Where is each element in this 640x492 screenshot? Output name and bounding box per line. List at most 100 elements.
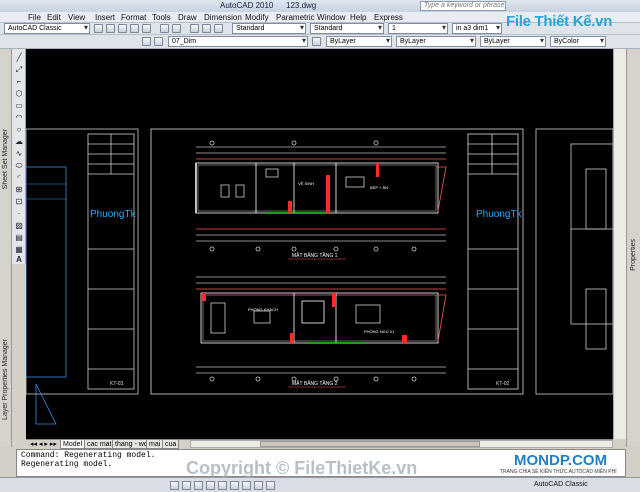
- search-input[interactable]: Type a keyword or phrase: [420, 1, 506, 11]
- ellipse-icon[interactable]: ⬭: [14, 161, 24, 170]
- gradient-icon[interactable]: ▤: [14, 233, 24, 242]
- layer-manager-icon[interactable]: [142, 37, 151, 46]
- lineweight-icon[interactable]: [266, 481, 275, 490]
- menu-tools[interactable]: Tools: [152, 13, 171, 22]
- revcloud-icon[interactable]: ☁: [14, 137, 24, 146]
- tab-nav-arrows[interactable]: ◂◂ ◂ ▸ ▸▸: [30, 440, 57, 448]
- polygon-icon[interactable]: ⬡: [14, 89, 24, 98]
- zoom-window-icon[interactable]: [214, 24, 223, 33]
- layer-properties-label[interactable]: Layer Properties Manager: [2, 339, 9, 420]
- draw-toolbar: ╱ ⤢ ⌐ ⬡ ▭ ◠ ○ ☁ ∿ ⬭ ◜ ⊞ ⊡ · ▨ ▤ ▦ A: [12, 49, 26, 264]
- left-palette-strip: Sheet Set Manager Layer Properties Manag…: [0, 49, 12, 447]
- plan-title-1: MẶT BẰNG TẦNG 1: [292, 251, 338, 259]
- xline-icon[interactable]: ⤢: [14, 65, 24, 74]
- sheet-left: [26, 128, 139, 395]
- menu-edit[interactable]: Edit: [47, 13, 61, 22]
- color-combo[interactable]: ByLayer: [326, 36, 392, 47]
- sheet-code-left: KT-03: [110, 381, 124, 387]
- new-file-icon[interactable]: [106, 24, 115, 33]
- open-file-icon[interactable]: [118, 24, 127, 33]
- properties-label[interactable]: Properties: [630, 239, 637, 271]
- brand-watermark: File Thiết Kế.vn: [506, 13, 613, 30]
- make-current-icon[interactable]: [312, 37, 321, 46]
- zoom-icon[interactable]: [202, 24, 211, 33]
- mondp-watermark: MONDP.COM: [514, 452, 608, 469]
- pan-icon[interactable]: [190, 24, 199, 33]
- redo-icon[interactable]: [172, 24, 181, 33]
- mondp-subtitle: TRANG CHIA SẺ KIẾN THỨC AUTOCAD MIỄN PHÍ: [500, 469, 617, 475]
- dyn-icon[interactable]: [254, 481, 263, 490]
- otrack-icon[interactable]: [230, 481, 239, 490]
- tab-cua[interactable]: cua: [162, 440, 180, 449]
- layers-toolbar: 07_Dim ByLayer ByLayer ByLayer ByColor: [0, 35, 640, 49]
- menu-help[interactable]: Help: [350, 13, 366, 22]
- room-label-kitchen: BẾP + ĂN: [370, 185, 388, 190]
- sheet-set-manager-label[interactable]: Sheet Set Manager: [2, 129, 9, 189]
- tab-cac-mat[interactable]: cac mat: [84, 440, 115, 449]
- lineweight-combo[interactable]: ByLayer: [480, 36, 546, 47]
- model-space-canvas[interactable]: PhuongTk KT-03 PhuongTk KT-02 VỆ SINH BẾ…: [26, 49, 613, 439]
- floor-plan-2: [196, 276, 447, 382]
- mleader-combo[interactable]: in a3 dim1: [452, 23, 502, 34]
- menu-draw[interactable]: Draw: [178, 13, 197, 22]
- plotstyle-combo[interactable]: ByColor: [550, 36, 606, 47]
- tab-thang-wc[interactable]: thang - wc: [112, 440, 151, 449]
- workspace-combo[interactable]: AutoCAD Classic: [4, 23, 90, 34]
- workspace-status[interactable]: AutoCAD Classic: [534, 481, 588, 488]
- plan-title-2: MẶT BẰNG TẦNG 2: [292, 379, 338, 387]
- rectangle-icon[interactable]: ▭: [14, 101, 24, 110]
- file-title: 123.dwg: [286, 1, 317, 10]
- menu-modify[interactable]: Modify: [245, 13, 269, 22]
- point-icon[interactable]: ·: [14, 209, 24, 218]
- hatch-icon[interactable]: ▨: [14, 221, 24, 230]
- sheet-label-left: PhuongTk: [90, 209, 137, 220]
- polar-icon[interactable]: [206, 481, 215, 490]
- save-icon[interactable]: [130, 24, 139, 33]
- drawing-svg: PhuongTk KT-03 PhuongTk KT-02 VỆ SINH BẾ…: [26, 128, 613, 425]
- osnap-icon[interactable]: [218, 481, 227, 490]
- right-palette-strip: Properties: [626, 49, 640, 447]
- sheet-center: [150, 128, 524, 395]
- line-icon[interactable]: ╱: [14, 53, 24, 62]
- menu-format[interactable]: Format: [121, 13, 146, 22]
- horizontal-scroll-thumb[interactable]: [260, 441, 480, 447]
- menu-file[interactable]: File: [28, 13, 41, 22]
- make-block-icon[interactable]: ⊡: [14, 197, 24, 206]
- snap-icon[interactable]: [170, 481, 179, 490]
- gear-icon[interactable]: [94, 24, 103, 33]
- arc-icon[interactable]: ◠: [14, 113, 24, 122]
- menu-dimension[interactable]: Dimension: [204, 13, 242, 22]
- tablestyle-combo[interactable]: Standard: [310, 23, 384, 34]
- menu-express[interactable]: Express: [374, 13, 403, 22]
- insert-block-icon[interactable]: ⊞: [14, 185, 24, 194]
- polyline-icon[interactable]: ⌐: [14, 77, 24, 86]
- linetype-combo[interactable]: ByLayer: [396, 36, 476, 47]
- ortho-icon[interactable]: [194, 481, 203, 490]
- ellipse-arc-icon[interactable]: ◜: [14, 173, 24, 182]
- mtext-icon[interactable]: A: [14, 255, 24, 264]
- undo-icon[interactable]: [160, 24, 169, 33]
- grid-icon[interactable]: [182, 481, 191, 490]
- spline-icon[interactable]: ∿: [14, 149, 24, 158]
- menu-insert[interactable]: Insert: [95, 13, 115, 22]
- app-title: AutoCAD 2010: [220, 1, 274, 10]
- tab-model[interactable]: Model: [60, 440, 86, 449]
- table-icon[interactable]: ▦: [14, 245, 24, 254]
- vertical-scrollbar[interactable]: [613, 49, 626, 439]
- ducs-icon[interactable]: [242, 481, 251, 490]
- menu-view[interactable]: View: [68, 13, 85, 22]
- circle-icon[interactable]: ○: [14, 125, 24, 134]
- room-label-bath: VỆ SINH: [298, 181, 314, 186]
- tab-mai[interactable]: mai: [146, 440, 164, 449]
- floor-plan-1: [195, 140, 447, 252]
- menu-parametric[interactable]: Parametric: [276, 13, 315, 22]
- layer-combo[interactable]: 07_Dim: [168, 36, 308, 47]
- status-bar: AutoCAD Classic: [0, 477, 640, 492]
- menu-window[interactable]: Window: [317, 13, 345, 22]
- sheet-code-right: KT-02: [496, 381, 510, 387]
- dimstyle-combo[interactable]: Standard: [232, 23, 306, 34]
- print-icon[interactable]: [142, 24, 151, 33]
- bulb-icon[interactable]: [154, 37, 163, 46]
- sheet-label-right: PhuongTk: [476, 209, 523, 220]
- scale-combo[interactable]: 1: [388, 23, 448, 34]
